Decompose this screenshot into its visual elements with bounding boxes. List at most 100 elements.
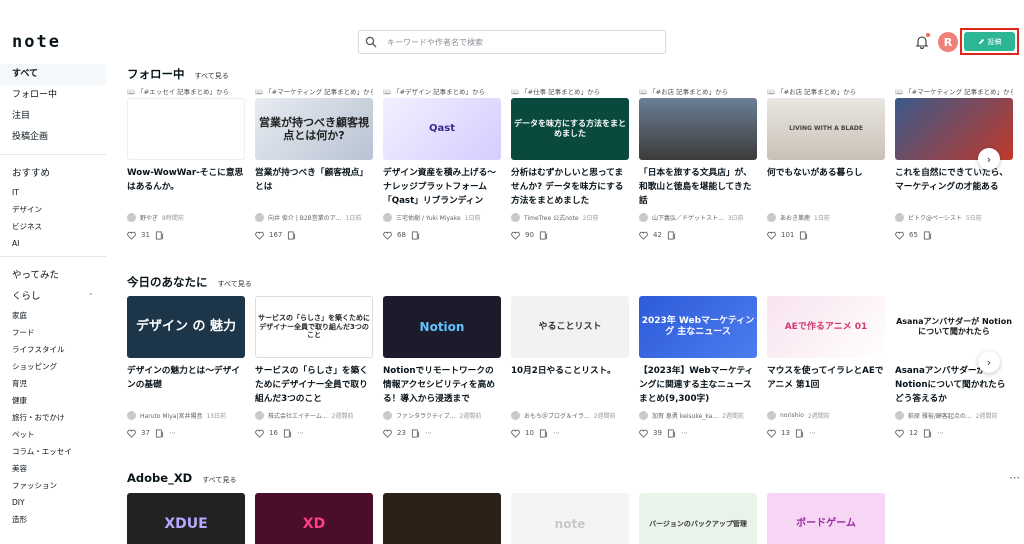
card-author[interactable]: 株式会社エイチーム... 2週間前 (255, 408, 373, 422)
magazine-add-icon[interactable] (667, 230, 676, 240)
sidebar-item-life[interactable]: 美容 (0, 458, 106, 475)
card-thumbnail[interactable] (895, 493, 1013, 544)
heart-icon[interactable] (895, 429, 904, 438)
article-card[interactable]: ボードゲーム (767, 493, 885, 544)
magazine-add-icon[interactable] (155, 230, 164, 240)
card-thumbnail[interactable] (127, 98, 245, 160)
sidebar-item-life[interactable]: コラム・エッセイ (0, 441, 106, 458)
sidebar-item-contests[interactable]: 投稿企画 (0, 127, 106, 148)
sidebar-item-life[interactable]: フード (0, 322, 106, 339)
see-all-link[interactable]: すべて見る (202, 475, 236, 485)
see-all-link[interactable]: すべて見る (218, 279, 252, 289)
article-card[interactable]: XD (255, 493, 373, 544)
card-thumbnail[interactable]: XD (255, 493, 373, 544)
heart-icon[interactable] (639, 429, 648, 438)
card-thumbnail[interactable]: バージョンのバックアップ管理 (639, 493, 757, 544)
sidebar-item-ai[interactable]: AI (0, 233, 106, 250)
article-card[interactable]: サービスの「らしさ」を築くためにデザイナー全員で取り組んだ3つのことサービスの「… (255, 296, 373, 438)
card-thumbnail[interactable]: note (511, 493, 629, 544)
card-title[interactable]: 10月2日やることリスト。 (511, 364, 629, 406)
card-title[interactable]: 営業が持つべき「顧客視点」とは (255, 166, 373, 208)
card-author[interactable]: ピトク@ペーシスト 5日前 (895, 210, 1013, 224)
sidebar-head-tried[interactable]: やってみた (0, 263, 106, 284)
card-author[interactable]: おもち＠ブログ＆イラ... 2週間前 (511, 408, 629, 422)
heart-icon[interactable] (511, 429, 520, 438)
more-options-icon[interactable]: ⋯ (681, 429, 688, 437)
article-card[interactable]: XDUE (127, 493, 245, 544)
card-thumbnail[interactable] (639, 98, 757, 160)
card-author[interactable]: ファンタラクティブ... 2週間前 (383, 408, 501, 422)
more-options-icon[interactable]: ⋯ (1009, 471, 1020, 484)
sidebar-item-life[interactable]: 育児 (0, 373, 106, 390)
card-author[interactable]: 山下義弘／ドゲットスト... 3日前 (639, 210, 757, 224)
sidebar-head-recommend[interactable]: おすすめ (0, 161, 106, 182)
heart-icon[interactable] (255, 429, 264, 438)
article-card[interactable]: AEで作るアニメ 01 マウスを使ってイラレとAEでアニメ 第1回 norishio… (767, 296, 885, 438)
heart-icon[interactable] (639, 231, 648, 240)
note-logo[interactable]: note (12, 32, 61, 52)
sidebar-item-it[interactable]: IT (0, 182, 106, 199)
card-thumbnail[interactable]: データを味方にする方法をまとめました (511, 98, 629, 160)
card-title[interactable]: サービスの「らしさ」を築くためにデザイナー全員で取り組んだ3つのこと (255, 364, 373, 406)
card-title[interactable]: デザインの魅力とは〜デザインの基礎 (127, 364, 245, 406)
card-title[interactable]: Wow-WowWar-そこに意思はあるんか。 (127, 166, 245, 208)
card-title[interactable]: デザイン資産を積み上げる〜ナレッジプラットフォーム「Qast」リブランディング.… (383, 166, 501, 208)
card-title[interactable]: マウスを使ってイラレとAEでアニメ 第1回 (767, 364, 885, 406)
card-author[interactable]: 萩原 雅裕/顧客起点の... 2週間前 (895, 408, 1013, 422)
card-thumbnail[interactable]: Notion (383, 296, 501, 358)
sidebar-item-following[interactable]: フォロー中 (0, 85, 106, 106)
chevron-down-icon[interactable]: ⌄ (87, 288, 94, 297)
card-thumbnail[interactable]: 営業が持つべき顧客視点とは何か? (255, 98, 373, 160)
article-card[interactable]: バージョンのバックアップ管理 (639, 493, 757, 544)
card-author[interactable]: 野やぎ 8時間前 (127, 210, 245, 224)
heart-icon[interactable] (511, 231, 520, 240)
card-title[interactable]: Notionでリモートワークの情報アクセシビリティを高める！導入から浸透まで (383, 364, 501, 406)
card-author[interactable]: あおき巣鹿 1日前 (767, 210, 885, 224)
heart-icon[interactable] (767, 231, 776, 240)
article-card[interactable]: やることリスト 10月2日やることリスト。 おもち＠ブログ＆イラ... 2週間前 10 ⋯ (511, 296, 629, 438)
magazine-add-icon[interactable] (411, 230, 420, 240)
card-thumbnail[interactable]: サービスの「らしさ」を築くためにデザイナー全員で取り組んだ3つのこと (255, 296, 373, 358)
sidebar-item-life[interactable]: ライフスタイル (0, 339, 106, 356)
article-card[interactable]: 📖 「#仕事 記事まとめ」から データを味方にする方法をまとめました 分析はむずかし… (511, 86, 629, 240)
post-button-highlight[interactable]: 投稿 (960, 28, 1019, 55)
carousel-next-button[interactable]: › (978, 351, 1000, 373)
magazine-add-icon[interactable] (667, 428, 676, 438)
card-author[interactable]: Haruto Miya|宮井陽音 13日前 (127, 408, 245, 422)
card-thumbnail[interactable] (383, 493, 501, 544)
sidebar-item-life[interactable]: 家庭 (0, 305, 106, 322)
card-title[interactable]: 分析はむずかしいと思ってませんか? データを味方にする方法をまとめました (511, 166, 629, 208)
more-options-icon[interactable]: ⋯ (425, 429, 432, 437)
sidebar-item-design[interactable]: デザイン (0, 199, 106, 216)
sidebar-item-life[interactable]: 健康 (0, 390, 106, 407)
sidebar-item-featured[interactable]: 注目 (0, 106, 106, 127)
magazine-add-icon[interactable] (539, 230, 548, 240)
card-author[interactable]: TimeTree 公式note 2日前 (511, 210, 629, 224)
article-card[interactable]: note (511, 493, 629, 544)
card-thumbnail[interactable]: LIVING WITH A BLADE (767, 98, 885, 160)
card-thumbnail[interactable]: やることリスト (511, 296, 629, 358)
article-card[interactable]: デザイン の 魅力 デザインの魅力とは〜デザインの基礎 Haruto Miya|宮井… (127, 296, 245, 438)
notification-bell-icon[interactable] (915, 33, 930, 49)
heart-icon[interactable] (767, 429, 776, 438)
sidebar-item-life[interactable]: ファッション (0, 475, 106, 492)
heart-icon[interactable] (127, 429, 136, 438)
article-card[interactable]: 📖 「#お店 記事まとめ」から 「日本を旅する文具店」が、和歌山と徳島を堪能してき… (639, 86, 757, 240)
article-card[interactable]: 📖 「#デザイン 記事まとめ」から Qast デザイン資産を積み上げる〜ナレッジプラ… (383, 86, 501, 240)
article-card[interactable]: Notion Notionでリモートワークの情報アクセシビリティを高める！導入から… (383, 296, 501, 438)
card-thumbnail[interactable]: AEで作るアニメ 01 (767, 296, 885, 358)
more-options-icon[interactable]: ⋯ (169, 429, 176, 437)
card-title[interactable]: これを自然にできていたら、マーケティングの才能ある (895, 166, 1013, 208)
heart-icon[interactable] (255, 231, 264, 240)
card-thumbnail[interactable]: 2023年 Webマーケティング 主なニュース (639, 296, 757, 358)
more-options-icon[interactable]: ⋯ (297, 429, 304, 437)
more-options-icon[interactable]: ⋯ (553, 429, 560, 437)
sidebar-item-life[interactable]: ショッピング (0, 356, 106, 373)
card-author[interactable]: 向井 俊介 | B2B営業のア... 1日前 (255, 210, 373, 224)
magazine-add-icon[interactable] (539, 428, 548, 438)
sidebar-item-all[interactable]: すべて (0, 64, 106, 85)
card-title[interactable]: 「日本を旅する文具店」が、和歌山と徳島を堪能してきた話 (639, 166, 757, 208)
search-input[interactable]: キーワードや作者名で検索 (358, 30, 666, 54)
magazine-add-icon[interactable] (795, 428, 804, 438)
magazine-add-icon[interactable] (923, 230, 932, 240)
